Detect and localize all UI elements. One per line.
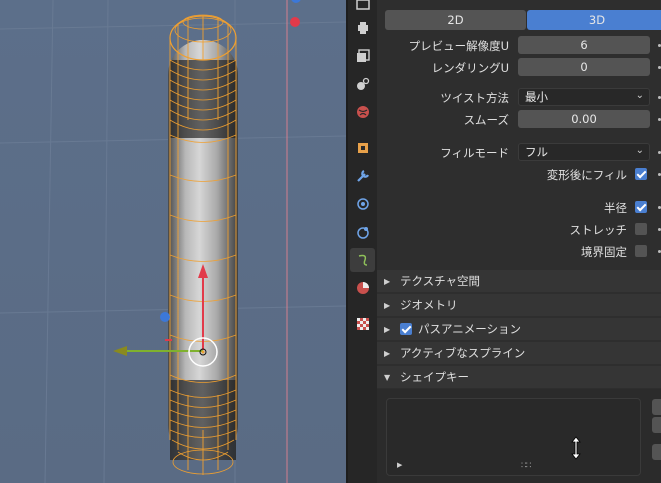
texture-icon[interactable] xyxy=(350,312,375,336)
view-layer-icon[interactable] xyxy=(350,44,375,68)
bounds-clamp-label: 境界固定 xyxy=(581,245,627,259)
twist-method-dropdown[interactable]: 最小 ⌄ xyxy=(518,88,650,106)
stretch-checkbox[interactable] xyxy=(635,223,647,235)
chevron-down-icon: ▼ xyxy=(384,372,391,382)
viewport-scene xyxy=(0,0,346,483)
material-icon[interactable] xyxy=(350,276,375,300)
section-label: ジオメトリ xyxy=(400,298,458,312)
preview-resolution-label: プレビュー解像度U xyxy=(408,39,509,53)
axis-gizmo-x xyxy=(290,17,300,27)
chevron-down-icon: ⌄ xyxy=(635,90,644,101)
scene-icon[interactable] xyxy=(350,72,375,96)
modifier-icon[interactable] xyxy=(350,164,375,188)
shape-key-specials-button[interactable] xyxy=(652,444,661,460)
fill-deformed-checkbox[interactable] xyxy=(635,168,647,180)
curve-object xyxy=(168,14,238,475)
chevron-right-icon: ▶ xyxy=(384,348,391,358)
render-icon[interactable] xyxy=(350,0,375,16)
section-active-spline[interactable]: ▶ アクティブなスプライン xyxy=(377,342,661,364)
output-icon[interactable] xyxy=(350,16,375,40)
mode-2d-button[interactable]: 2D xyxy=(385,10,526,30)
resize-grip-icon[interactable]: ∷∷ xyxy=(521,461,532,471)
section-label: テクスチャ空間 xyxy=(400,274,481,288)
render-resolution-field[interactable]: 0 xyxy=(518,58,650,76)
fill-mode-dropdown[interactable]: フル ⌄ xyxy=(518,143,650,161)
stretch-label: ストレッチ xyxy=(569,223,628,237)
twist-method-label: ツイスト方法 xyxy=(440,91,509,105)
render-resolution-label: レンダリングU xyxy=(431,61,509,75)
curve-data-icon[interactable] xyxy=(350,248,375,272)
particles-icon[interactable] xyxy=(350,192,375,216)
properties-panel: 2D 3D プレビュー解像度U 6 レンダリングU 0 ツイスト方法 最小 ⌄ … xyxy=(377,0,661,483)
chevron-down-icon: ⌄ xyxy=(635,145,644,156)
section-texture-space[interactable]: ▶ テクスチャ空間 xyxy=(377,270,661,292)
axis-gizmo-z xyxy=(291,0,301,3)
bounds-clamp-checkbox[interactable] xyxy=(635,245,647,257)
smooth-field[interactable]: 0.00 xyxy=(518,110,650,128)
properties-tab-bar xyxy=(348,0,377,483)
twist-method-value: 最小 xyxy=(525,90,548,104)
section-label: シェイプキー xyxy=(400,370,469,384)
mode-3d-button[interactable]: 3D xyxy=(527,10,661,30)
resize-cursor-icon xyxy=(571,436,581,460)
section-geometry[interactable]: ▶ ジオメトリ xyxy=(377,294,661,316)
section-shape-keys[interactable]: ▼ シェイプキー xyxy=(377,366,661,388)
section-path-animation[interactable]: ▶ パスアニメーション xyxy=(377,318,661,340)
fill-deformed-label: 変形後にフィル xyxy=(546,168,627,182)
chevron-right-icon: ▶ xyxy=(384,300,391,310)
radius-checkbox[interactable] xyxy=(635,201,647,213)
path-animation-checkbox[interactable] xyxy=(400,323,412,335)
object-icon[interactable] xyxy=(350,136,375,160)
chevron-right-icon: ▶ xyxy=(384,324,391,334)
smooth-label: スムーズ xyxy=(463,113,509,127)
shape-key-list[interactable]: ▶ ∷∷ xyxy=(386,398,641,476)
3d-viewport[interactable] xyxy=(0,0,346,483)
section-label: パスアニメーション xyxy=(418,322,522,336)
section-label: アクティブなスプライン xyxy=(400,346,526,360)
expand-icon[interactable]: ▶ xyxy=(397,461,402,469)
radius-label: 半径 xyxy=(604,201,627,215)
fill-mode-value: フル xyxy=(525,145,548,159)
chevron-right-icon: ▶ xyxy=(384,276,391,286)
add-shape-key-button[interactable] xyxy=(652,399,661,415)
preview-resolution-field[interactable]: 6 xyxy=(518,36,650,54)
world-icon[interactable] xyxy=(350,100,375,124)
remove-shape-key-button[interactable] xyxy=(652,417,661,433)
physics-icon[interactable] xyxy=(350,220,375,244)
fill-mode-label: フィルモード xyxy=(440,146,509,160)
